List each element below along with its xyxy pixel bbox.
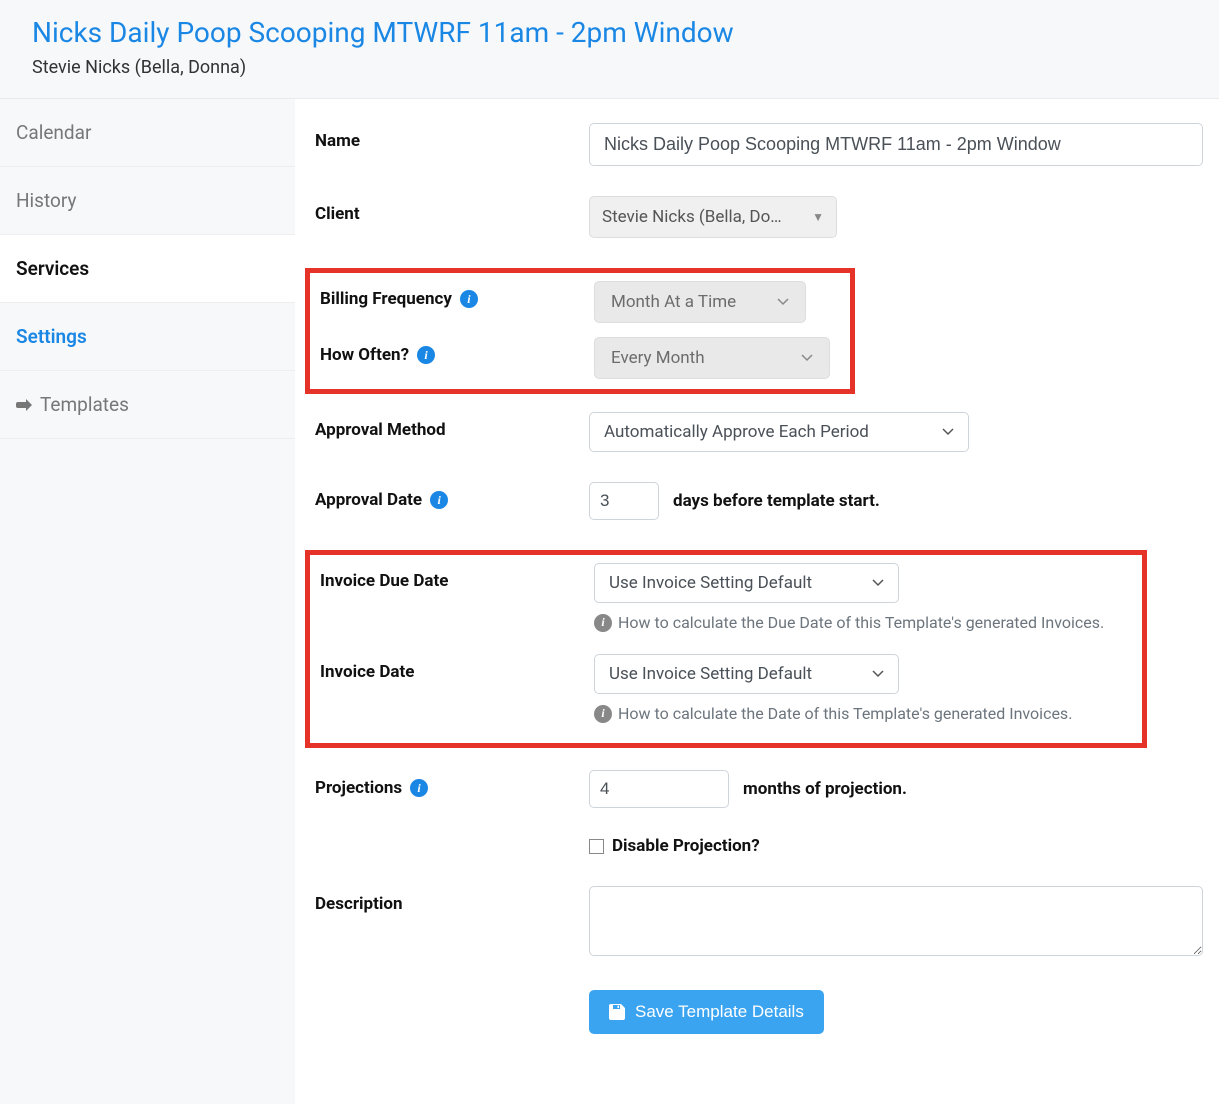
invoice-due-date-help: i How to calculate the Due Date of this … xyxy=(594,613,1142,632)
page-subtitle: Stevie Nicks (Bella, Donna) xyxy=(32,57,1187,78)
highlight-billing-box: Billing Frequency i Month At a Time How … xyxy=(305,268,855,394)
sidebar-item-label: Templates xyxy=(40,393,129,416)
invoice-due-date-help-text: How to calculate the Due Date of this Te… xyxy=(618,613,1104,632)
sidebar-item-settings[interactable]: Settings xyxy=(0,303,295,371)
chevron-down-icon: ▼ xyxy=(812,210,824,224)
disable-projection-label: Disable Projection? xyxy=(612,836,760,856)
approval-method-select[interactable]: Automatically Approve Each Period xyxy=(589,412,969,452)
client-select[interactable]: Stevie Nicks (Bella, Do… ▼ xyxy=(589,196,837,238)
billing-frequency-label-text: Billing Frequency xyxy=(320,289,452,309)
sidebar-item-services[interactable]: Services xyxy=(0,235,295,303)
description-label: Description xyxy=(315,886,589,914)
info-icon[interactable]: i xyxy=(460,290,478,308)
chevron-down-icon xyxy=(872,670,884,678)
chevron-down-icon xyxy=(872,579,884,587)
chevron-down-icon xyxy=(801,354,813,362)
client-label: Client xyxy=(315,196,589,224)
name-label: Name xyxy=(315,123,589,151)
invoice-date-label: Invoice Date xyxy=(320,654,594,682)
save-template-button[interactable]: Save Template Details xyxy=(589,990,824,1034)
billing-frequency-select[interactable]: Month At a Time xyxy=(594,281,806,323)
invoice-due-date-value: Use Invoice Setting Default xyxy=(609,573,812,593)
info-icon[interactable]: i xyxy=(417,346,435,364)
how-often-value: Every Month xyxy=(611,348,705,368)
info-icon[interactable]: i xyxy=(430,491,448,509)
info-icon[interactable]: i xyxy=(410,779,428,797)
save-button-label: Save Template Details xyxy=(635,1002,804,1022)
how-often-select[interactable]: Every Month xyxy=(594,337,830,379)
highlight-invoice-box: Invoice Due Date Use Invoice Setting Def… xyxy=(305,550,1147,748)
client-select-value: Stevie Nicks (Bella, Do… xyxy=(602,207,782,227)
back-arrow-icon xyxy=(16,398,32,412)
billing-frequency-value: Month At a Time xyxy=(611,292,736,312)
main-content: Name Client Stevie Nicks (Bella, Do… ▼ B… xyxy=(295,99,1219,1104)
disable-projection-checkbox[interactable] xyxy=(589,839,604,854)
description-textarea[interactable] xyxy=(589,886,1203,956)
billing-frequency-label: Billing Frequency i xyxy=(320,281,594,309)
invoice-date-help: i How to calculate the Date of this Temp… xyxy=(594,704,1142,723)
sidebar-item-history[interactable]: History xyxy=(0,167,295,235)
chevron-down-icon xyxy=(942,428,954,436)
invoice-date-select[interactable]: Use Invoice Setting Default xyxy=(594,654,899,694)
approval-date-suffix: days before template start. xyxy=(673,491,880,511)
projections-suffix: months of projection. xyxy=(743,779,907,799)
approval-method-value: Automatically Approve Each Period xyxy=(604,422,869,442)
invoice-date-value: Use Invoice Setting Default xyxy=(609,664,812,684)
projections-label: Projections i xyxy=(315,770,589,798)
invoice-due-date-select[interactable]: Use Invoice Setting Default xyxy=(594,563,899,603)
approval-date-input[interactable] xyxy=(589,482,659,520)
sidebar-item-templates[interactable]: Templates xyxy=(0,371,295,439)
info-icon: i xyxy=(594,614,612,632)
sidebar-item-calendar[interactable]: Calendar xyxy=(0,99,295,167)
approval-date-label-text: Approval Date xyxy=(315,490,422,510)
approval-method-label: Approval Method xyxy=(315,412,589,440)
how-often-label-text: How Often? xyxy=(320,345,409,365)
invoice-due-date-label: Invoice Due Date xyxy=(320,563,594,591)
sidebar: Calendar History Services Settings Templ… xyxy=(0,99,295,1104)
projections-input[interactable] xyxy=(589,770,729,808)
chevron-down-icon xyxy=(777,298,789,306)
how-often-label: How Often? i xyxy=(320,337,594,365)
page-header: Nicks Daily Poop Scooping MTWRF 11am - 2… xyxy=(0,0,1219,99)
info-icon: i xyxy=(594,705,612,723)
save-icon xyxy=(609,1004,625,1020)
approval-date-label: Approval Date i xyxy=(315,482,589,510)
name-input[interactable] xyxy=(589,123,1203,166)
invoice-date-help-text: How to calculate the Date of this Templa… xyxy=(618,704,1072,723)
projections-label-text: Projections xyxy=(315,778,402,798)
page-title[interactable]: Nicks Daily Poop Scooping MTWRF 11am - 2… xyxy=(32,16,1187,49)
